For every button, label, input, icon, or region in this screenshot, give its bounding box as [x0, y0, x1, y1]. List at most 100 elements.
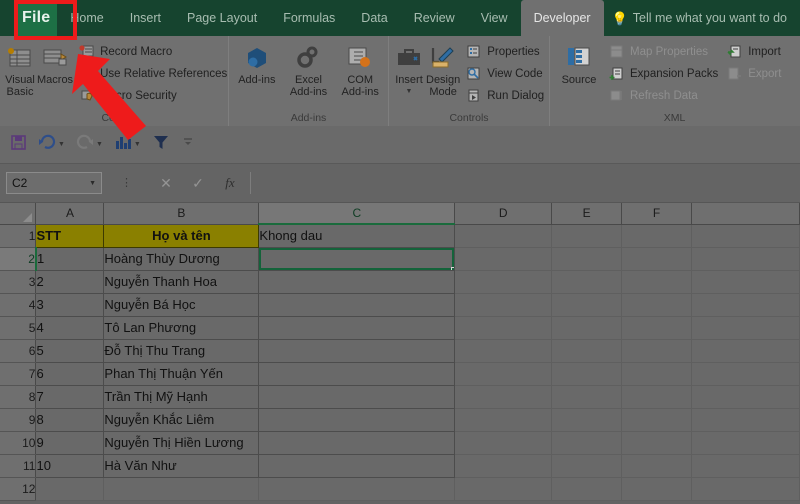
cell-a3[interactable]: 2 [35, 270, 105, 294]
cell-g7[interactable] [691, 362, 800, 386]
cell-b1[interactable]: Họ và tên [103, 224, 260, 248]
cell-d11[interactable] [454, 454, 553, 478]
view-code-button[interactable]: View Code [462, 63, 547, 84]
row-header-2[interactable]: 2 [0, 247, 37, 271]
cell-g10[interactable] [691, 431, 800, 455]
run-dialog-button[interactable]: Run Dialog [462, 85, 547, 106]
cell-b4[interactable]: Nguyễn Bá Học [103, 293, 260, 317]
cell-b8[interactable]: Trần Thị Mỹ Hạnh [103, 385, 260, 409]
cell-a7[interactable]: 6 [35, 362, 105, 386]
cell-g12[interactable] [691, 477, 800, 501]
row-header-12[interactable]: 12 [0, 477, 37, 501]
column-header-a[interactable]: A [35, 203, 105, 225]
cell-a12[interactable] [35, 477, 105, 501]
visual-basic-button[interactable]: Visual Basic [5, 39, 35, 98]
cell-e5[interactable] [551, 316, 623, 340]
column-header-d[interactable]: D [454, 203, 553, 225]
cell-e7[interactable] [551, 362, 623, 386]
spreadsheet-grid[interactable]: A B C D E F 1 STT Họ và tên Khong dau 2 [0, 203, 800, 504]
cell-b5[interactable]: Tô Lan Phương [103, 316, 260, 340]
macro-security-button[interactable]: Macro Security [75, 85, 230, 106]
cell-f11[interactable] [621, 454, 693, 478]
cell-a2[interactable]: 1 [35, 247, 105, 271]
cell-c7[interactable] [258, 362, 456, 386]
design-mode-button[interactable]: Design Mode [426, 39, 460, 98]
chevron-down-icon[interactable]: ▼ [58, 141, 65, 148]
row-header-6[interactable]: 6 [0, 339, 37, 363]
cell-e3[interactable] [551, 270, 623, 294]
cell-g4[interactable] [691, 293, 800, 317]
cell-c5[interactable] [258, 316, 456, 340]
tab-developer[interactable]: Developer [520, 0, 604, 36]
tab-insert[interactable]: Insert [117, 0, 174, 36]
cell-a9[interactable]: 8 [35, 408, 105, 432]
cell-d10[interactable] [454, 431, 553, 455]
cell-f9[interactable] [621, 408, 693, 432]
map-properties-button[interactable]: Map Properties [605, 41, 721, 62]
cell-d7[interactable] [454, 362, 553, 386]
cell-c9[interactable] [258, 408, 456, 432]
cell-c11[interactable] [258, 454, 456, 478]
cell-b11[interactable]: Hà Văn Như [103, 454, 260, 478]
cell-a5[interactable]: 4 [35, 316, 105, 340]
tab-formulas[interactable]: Formulas [270, 0, 348, 36]
import-button[interactable]: Import [723, 41, 784, 62]
cell-b9[interactable]: Nguyễn Khắc Liêm [103, 408, 260, 432]
cell-d4[interactable] [454, 293, 553, 317]
chevron-down-icon[interactable]: ▼ [134, 141, 141, 148]
cell-e9[interactable] [551, 408, 623, 432]
formula-input[interactable] [250, 172, 794, 194]
tab-view[interactable]: View [468, 0, 521, 36]
column-header-g[interactable] [691, 203, 800, 225]
tab-home[interactable]: Home [57, 0, 116, 36]
cancel-entry-button[interactable]: ✕ [150, 172, 182, 194]
row-header-1[interactable]: 1 [0, 224, 37, 248]
cell-g2[interactable] [691, 247, 800, 271]
cell-g8[interactable] [691, 385, 800, 409]
export-button[interactable]: Export [723, 63, 784, 84]
cell-f2[interactable] [621, 247, 693, 271]
cell-f12[interactable] [621, 477, 693, 501]
cell-a6[interactable]: 5 [35, 339, 105, 363]
cell-e11[interactable] [551, 454, 623, 478]
row-header-8[interactable]: 8 [0, 385, 37, 409]
cell-b3[interactable]: Nguyễn Thanh Hoa [103, 270, 260, 294]
insert-control-button[interactable]: Insert ▼ [394, 39, 424, 95]
tab-data[interactable]: Data [348, 0, 400, 36]
cell-f1[interactable] [621, 224, 693, 248]
xml-source-button[interactable]: Source [555, 39, 603, 87]
cell-a11[interactable]: 10 [35, 454, 105, 478]
column-header-b[interactable]: B [103, 203, 260, 225]
properties-button[interactable]: Properties [462, 41, 547, 62]
cell-e8[interactable] [551, 385, 623, 409]
chevron-down-icon[interactable]: ▼ [89, 180, 96, 187]
confirm-entry-button[interactable]: ✓ [182, 172, 214, 194]
cell-f6[interactable] [621, 339, 693, 363]
cell-e6[interactable] [551, 339, 623, 363]
cell-c12[interactable] [258, 477, 456, 501]
tab-page-layout[interactable]: Page Layout [174, 0, 270, 36]
column-header-c[interactable]: C [258, 203, 456, 225]
column-header-e[interactable]: E [551, 203, 623, 225]
chevron-down-icon[interactable]: ▼ [96, 141, 103, 148]
fill-handle[interactable] [451, 266, 454, 269]
tab-review[interactable]: Review [401, 0, 468, 36]
cell-d12[interactable] [454, 477, 553, 501]
cell-a10[interactable]: 9 [35, 431, 105, 455]
cell-f7[interactable] [621, 362, 693, 386]
name-box[interactable]: C2 ▼ [6, 172, 102, 194]
cell-c8[interactable] [258, 385, 456, 409]
cell-c6[interactable] [258, 339, 456, 363]
cell-g9[interactable] [691, 408, 800, 432]
add-ins-button[interactable]: Add-ins [234, 39, 280, 87]
customize-toolbar-button[interactable] [177, 132, 199, 158]
save-button[interactable] [6, 132, 31, 158]
cell-c3[interactable] [258, 270, 456, 294]
excel-add-ins-button[interactable]: Excel Add-ins [286, 39, 332, 98]
cell-b6[interactable]: Đỗ Thị Thu Trang [103, 339, 260, 363]
cell-f8[interactable] [621, 385, 693, 409]
formula-bar-expand-handle[interactable]: ⋮ [121, 177, 132, 188]
cell-g11[interactable] [691, 454, 800, 478]
row-header-5[interactable]: 5 [0, 316, 37, 340]
cell-d2[interactable] [454, 247, 553, 271]
